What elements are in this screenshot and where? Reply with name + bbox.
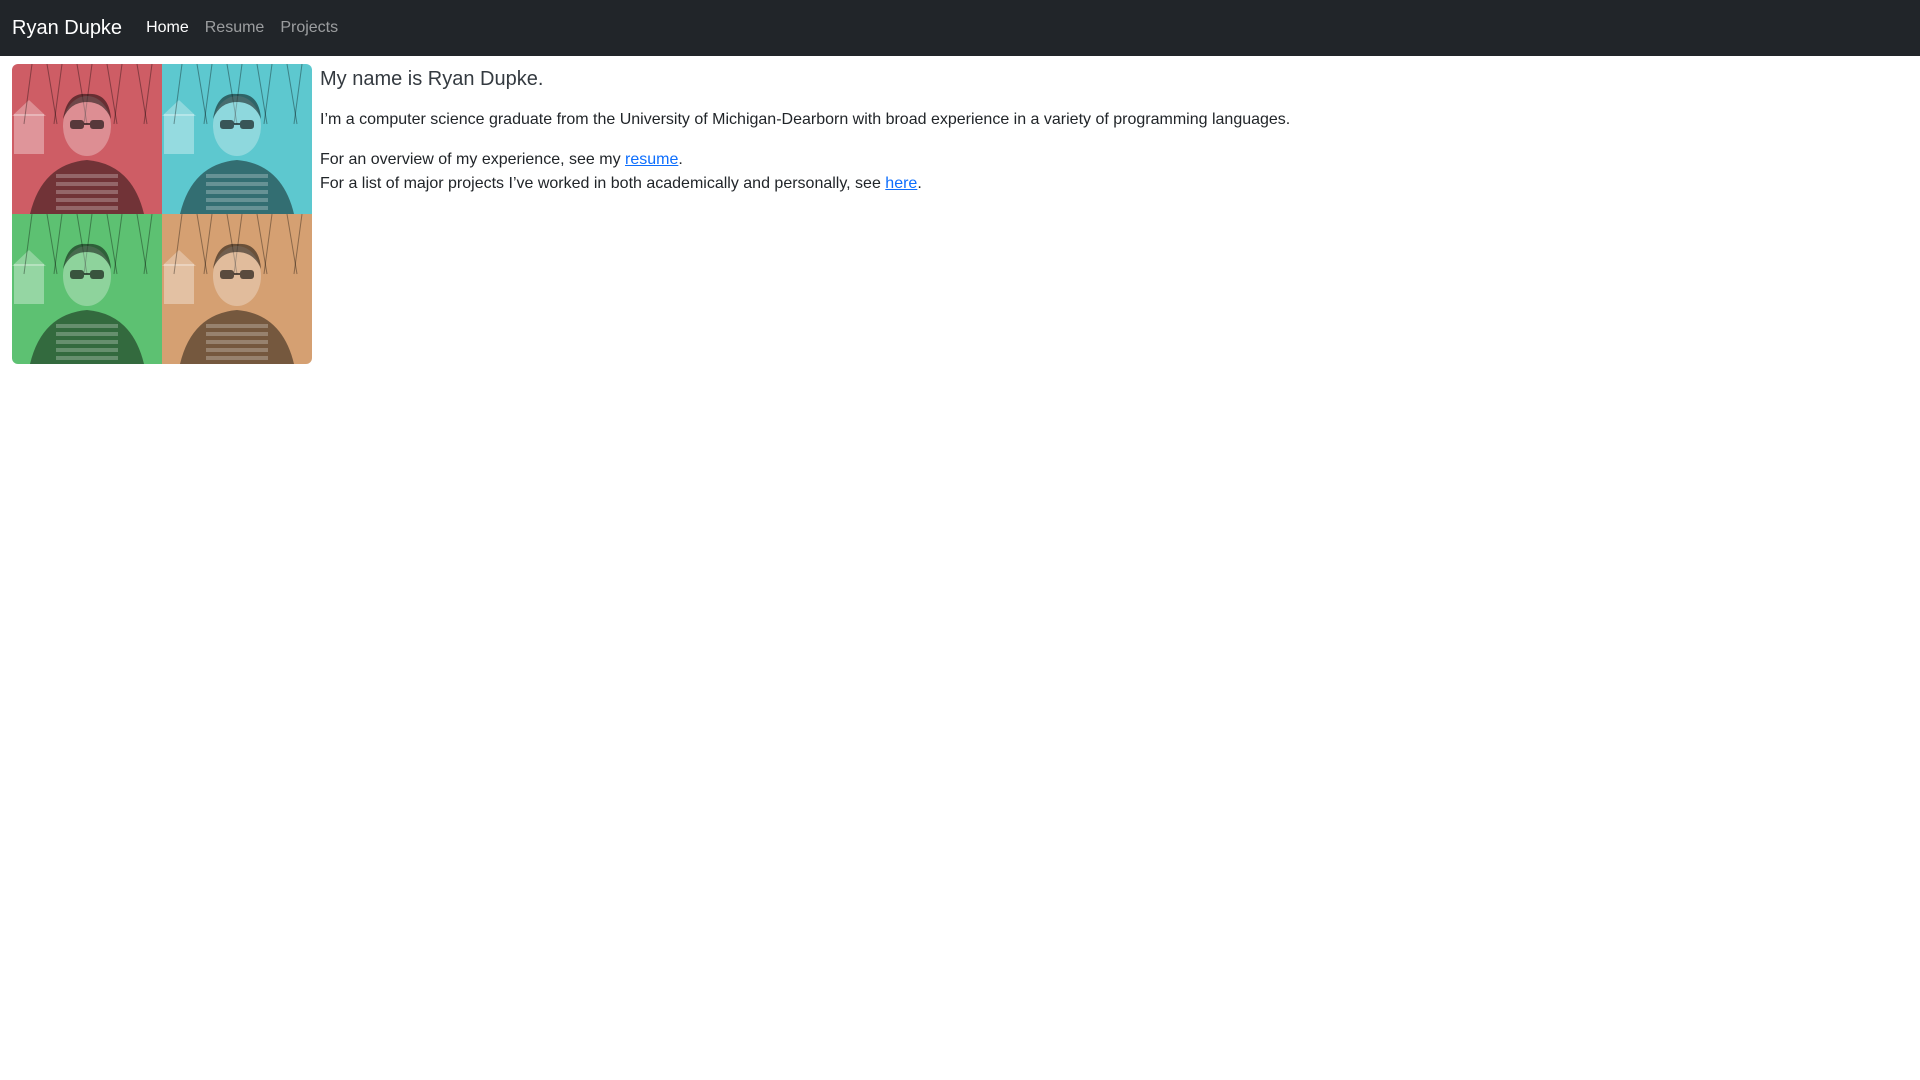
page-title: My name is Ryan Dupke. (320, 68, 544, 90)
brand-link[interactable]: Ryan Dupke (12, 0, 122, 56)
projects-line-text: For a list of major projects I’ve worked… (320, 175, 886, 192)
photo-tile-red (12, 64, 162, 214)
nav-link-projects[interactable]: Projects (280, 0, 338, 56)
photo-tile-cyan (162, 64, 312, 214)
intro-paragraph: I’m a computer science graduate from the… (320, 111, 1291, 128)
projects-link[interactable]: here (885, 175, 917, 192)
top-navbar: Ryan Dupke Home Resume Projects (0, 0, 1920, 56)
resume-line-suffix: . (678, 151, 683, 168)
photo-tile-orange (162, 214, 312, 364)
resume-line-text: For an overview of my experience, see my (320, 151, 626, 168)
projects-line-suffix: . (917, 175, 922, 192)
resume-link[interactable]: resume (625, 151, 678, 168)
main-content: My name is Ryan Dupke. I’m a computer sc… (320, 64, 1880, 196)
resume-line: For an overview of my experience, see my… (320, 148, 1880, 172)
nav-link-resume[interactable]: Resume (205, 0, 265, 56)
photo-tile-green (12, 214, 162, 364)
nav-link-home[interactable]: Home (146, 0, 189, 56)
profile-photo-collage (12, 64, 312, 364)
projects-line: For a list of major projects I’ve worked… (320, 172, 1880, 196)
